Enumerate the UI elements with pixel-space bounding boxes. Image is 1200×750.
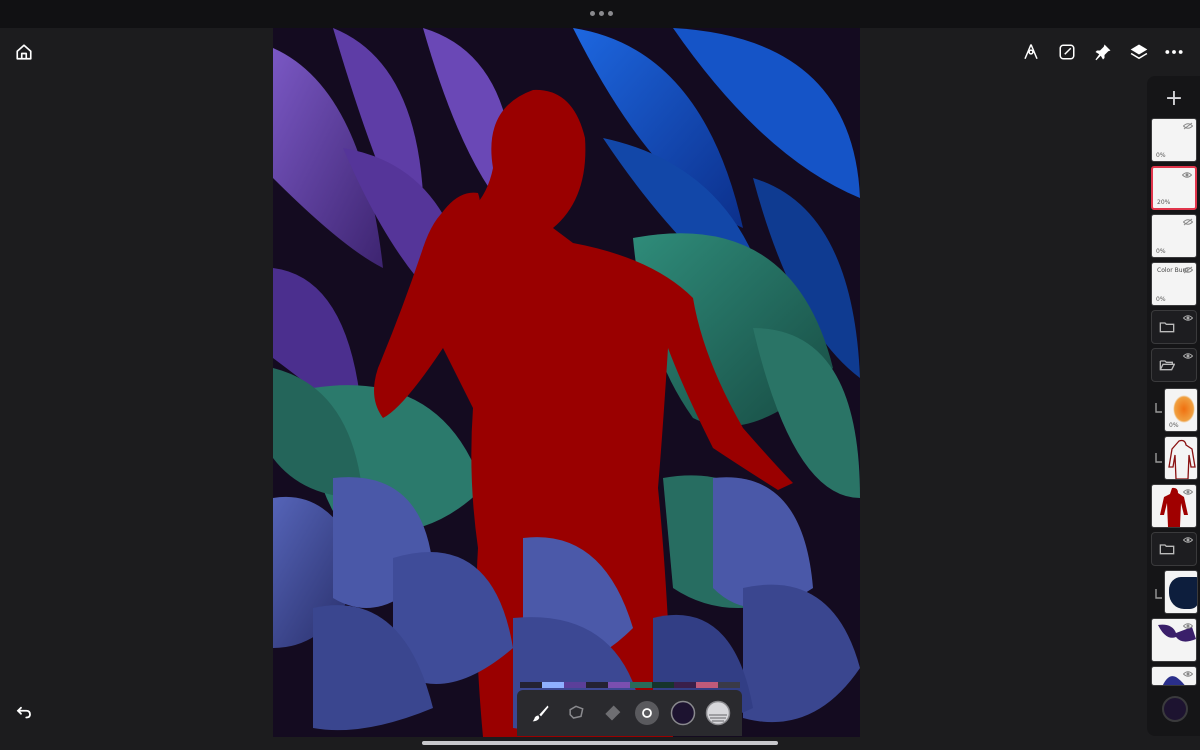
color-icon (670, 700, 695, 726)
eye-icon[interactable] (1182, 171, 1192, 179)
vector-pen-button[interactable] (1017, 38, 1045, 66)
brush-size-icon (635, 701, 660, 725)
eye-icon[interactable] (1183, 314, 1193, 322)
eye-icon[interactable] (1183, 352, 1193, 360)
navy-fill-preview (1169, 577, 1197, 609)
palette-swatch[interactable] (652, 682, 674, 688)
layer-opacity: 20% (1157, 199, 1171, 206)
opacity-tool[interactable] (703, 698, 733, 728)
layers-button[interactable] (1125, 38, 1153, 66)
layer-opacity: 0% (1169, 422, 1179, 429)
palette-swatch[interactable] (520, 682, 542, 688)
undo-button[interactable] (10, 699, 38, 727)
layer-group-closed[interactable] (1151, 310, 1197, 344)
layer-thumbnail[interactable] (1151, 666, 1197, 686)
layer-thumbnail[interactable] (1151, 484, 1197, 528)
palette-swatch[interactable] (564, 682, 586, 688)
brush-size-tool[interactable] (632, 698, 662, 728)
muscle-sketch-preview (1168, 439, 1196, 479)
layer-thumbnail[interactable]: Color Burn 0% (1151, 262, 1197, 306)
home-button[interactable] (10, 38, 38, 66)
palette-swatch[interactable] (674, 682, 696, 688)
home-icon (16, 44, 32, 60)
drawing-canvas[interactable] (273, 28, 860, 737)
layer-group-open[interactable] (1151, 348, 1197, 382)
more-icon (1165, 50, 1183, 54)
layer-thumbnail[interactable]: 0% (1151, 214, 1197, 258)
eye-icon[interactable] (1183, 670, 1193, 678)
more-options-handle[interactable] (590, 11, 613, 16)
artwork-illustration (273, 28, 860, 737)
eraser-icon (605, 705, 621, 721)
add-layer-button[interactable]: + (1160, 84, 1188, 112)
palette-swatch[interactable] (586, 682, 608, 688)
eye-icon[interactable] (1183, 536, 1193, 544)
eye-hidden-icon[interactable] (1183, 266, 1193, 274)
orange-brush-preview (1173, 395, 1195, 423)
current-color-well[interactable] (1162, 696, 1188, 722)
palette-swatch[interactable] (608, 682, 630, 688)
clip-arrow-icon (1155, 403, 1162, 413)
eraser-tool[interactable] (597, 698, 627, 728)
layer-thumbnail[interactable] (1164, 570, 1198, 614)
lasso-tool[interactable] (561, 698, 591, 728)
layer-opacity: 0% (1156, 248, 1166, 255)
edit-button[interactable] (1053, 38, 1081, 66)
layer-thumbnail[interactable]: 0% (1164, 388, 1198, 432)
clip-arrow-icon (1155, 453, 1162, 463)
edit-square-icon (1059, 44, 1075, 60)
layer-opacity: 0% (1156, 296, 1166, 303)
folder-icon (1159, 322, 1175, 333)
palette-swatch[interactable] (718, 682, 740, 688)
palette-swatch[interactable] (630, 682, 652, 688)
layer-thumbnail[interactable] (1164, 436, 1198, 480)
palette-swatch[interactable] (696, 682, 718, 688)
layers-icon (1130, 44, 1148, 60)
opacity-icon (706, 700, 731, 726)
eye-hidden-icon[interactable] (1183, 122, 1193, 130)
layer-thumbnail[interactable] (1151, 618, 1197, 662)
eye-icon[interactable] (1183, 488, 1193, 496)
color-tool[interactable] (668, 698, 698, 728)
pin-icon (1095, 44, 1111, 61)
undo-icon (16, 706, 31, 719)
add-layer-label: + (1164, 85, 1184, 111)
color-palette-strip[interactable] (520, 682, 740, 688)
brush-tool[interactable] (526, 698, 556, 728)
pin-button[interactable] (1089, 38, 1117, 66)
palette-swatch[interactable] (542, 682, 564, 688)
lasso-icon (569, 705, 584, 719)
brush-icon (532, 705, 549, 722)
layer-opacity: 0% (1156, 152, 1166, 159)
clip-arrow-icon (1155, 589, 1162, 599)
eye-icon[interactable] (1183, 622, 1193, 630)
folder-icon (1159, 544, 1175, 555)
home-indicator (422, 741, 778, 745)
tool-bar (517, 690, 742, 736)
eye-hidden-icon[interactable] (1183, 218, 1193, 226)
layer-group-closed[interactable] (1151, 532, 1197, 566)
vector-pen-icon (1024, 44, 1038, 60)
folder-open-icon (1159, 360, 1175, 371)
layer-thumbnail-selected[interactable]: 20% (1151, 166, 1197, 210)
layer-thumbnail[interactable]: 0% (1151, 118, 1197, 162)
more-button[interactable] (1160, 38, 1188, 66)
